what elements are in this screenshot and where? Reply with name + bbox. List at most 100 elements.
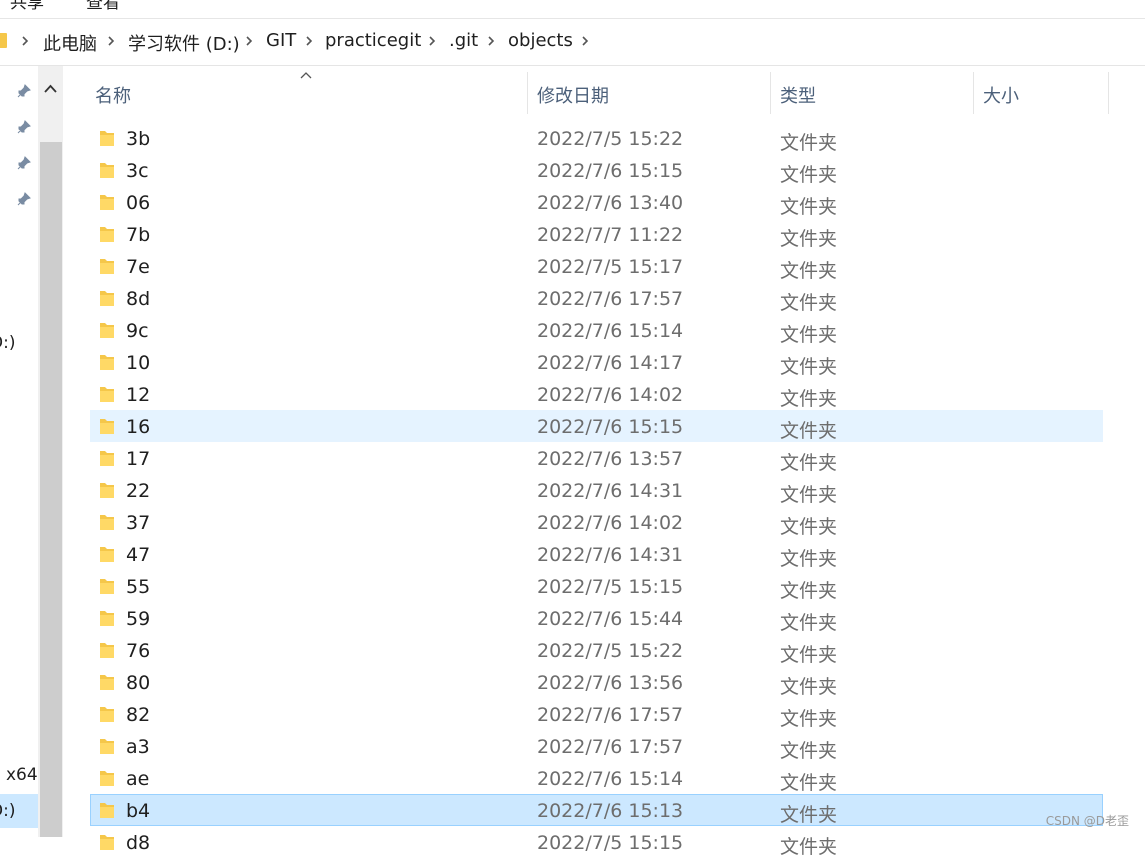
ribbon-tab-view[interactable]: 查看: [86, 0, 120, 13]
file-modified-date: 2022/7/6 15:14: [537, 768, 684, 790]
file-modified-date: 2022/7/6 15:15: [537, 160, 684, 182]
folder-icon: [100, 227, 114, 242]
pin-icon[interactable]: [16, 119, 32, 135]
file-type: 文件夹: [780, 228, 838, 250]
file-row[interactable]: 22 2022/7/6 14:31 文件夹: [90, 474, 1103, 506]
file-type: 文件夹: [780, 452, 838, 474]
folder-icon: [100, 835, 114, 850]
file-row[interactable]: 47 2022/7/6 14:31 文件夹: [90, 538, 1103, 570]
file-type: 文件夹: [780, 292, 838, 314]
breadcrumb-practicegit[interactable]: practicegit: [325, 30, 421, 51]
chevron-right-icon[interactable]: [244, 32, 254, 50]
chevron-right-icon[interactable]: [106, 32, 116, 50]
file-modified-date: 2022/7/6 15:13: [537, 800, 684, 822]
folder-icon: [0, 33, 7, 48]
breadcrumb-this-pc[interactable]: 此电脑: [43, 30, 97, 56]
file-name: 55: [126, 576, 151, 598]
nav-scrollbar-thumb[interactable]: [40, 142, 62, 837]
folder-icon: [100, 387, 114, 402]
navigation-pane: [0, 66, 38, 837]
folder-icon: [100, 547, 114, 562]
folder-icon: [100, 515, 114, 530]
file-row[interactable]: 55 2022/7/5 15:15 文件夹: [90, 570, 1103, 602]
column-divider[interactable]: [973, 72, 974, 114]
file-type: 文件夹: [780, 644, 838, 666]
column-divider[interactable]: [527, 72, 528, 114]
file-name: 06: [126, 192, 151, 214]
file-modified-date: 2022/7/6 14:31: [537, 480, 684, 502]
file-row[interactable]: b4 2022/7/6 15:13 文件夹: [90, 794, 1103, 826]
file-modified-date: 2022/7/6 14:02: [537, 384, 684, 406]
ribbon-tab-share[interactable]: 共享: [10, 0, 44, 13]
file-modified-date: 2022/7/5 15:17: [537, 256, 684, 278]
breadcrumb-objects[interactable]: objects: [508, 30, 573, 51]
column-header-modified[interactable]: 修改日期: [537, 82, 609, 108]
file-name: ae: [126, 768, 150, 790]
file-row[interactable]: ae 2022/7/6 15:14 文件夹: [90, 762, 1103, 794]
file-row[interactable]: 7e 2022/7/5 15:17 文件夹: [90, 250, 1103, 282]
file-row[interactable]: 3c 2022/7/6 15:15 文件夹: [90, 154, 1103, 186]
column-divider[interactable]: [770, 72, 771, 114]
file-row[interactable]: 76 2022/7/5 15:22 文件夹: [90, 634, 1103, 666]
file-row[interactable]: 80 2022/7/6 13:56 文件夹: [90, 666, 1103, 698]
file-row[interactable]: 59 2022/7/6 15:44 文件夹: [90, 602, 1103, 634]
folder-icon: [100, 771, 114, 786]
nav-item-drive-d[interactable]: D:): [0, 333, 15, 353]
file-name: 82: [126, 704, 151, 726]
column-header-type[interactable]: 类型: [780, 82, 816, 108]
sort-ascending-icon: [300, 72, 312, 79]
breadcrumb-drive-d[interactable]: 学习软件 (D:): [128, 30, 240, 56]
file-row[interactable]: 37 2022/7/6 14:02 文件夹: [90, 506, 1103, 538]
ribbon-tabs: 共享 查看: [0, 0, 1145, 19]
file-name: 47: [126, 544, 151, 566]
file-row[interactable]: 9c 2022/7/6 15:14 文件夹: [90, 314, 1103, 346]
chevron-right-icon[interactable]: [20, 32, 30, 50]
pin-icon[interactable]: [16, 83, 32, 99]
file-name: 3b: [126, 128, 151, 150]
file-row[interactable]: 17 2022/7/6 13:57 文件夹: [90, 442, 1103, 474]
file-row[interactable]: 3b 2022/7/5 15:22 文件夹: [90, 122, 1103, 154]
file-type: 文件夹: [780, 164, 838, 186]
file-row[interactable]: a3 2022/7/6 17:57 文件夹: [90, 730, 1103, 762]
file-modified-date: 2022/7/6 15:44: [537, 608, 684, 630]
chevron-right-icon[interactable]: [486, 32, 496, 50]
breadcrumb-git-dir[interactable]: .git: [449, 30, 478, 51]
watermark: CSDN @D老歪: [1045, 814, 1129, 828]
folder-icon: [100, 707, 114, 722]
chevron-right-icon[interactable]: [580, 32, 590, 50]
column-header-size[interactable]: 大小: [983, 82, 1019, 108]
file-row[interactable]: 8d 2022/7/6 17:57 文件夹: [90, 282, 1103, 314]
file-modified-date: 2022/7/6 14:31: [537, 544, 684, 566]
file-row[interactable]: 06 2022/7/6 13:40 文件夹: [90, 186, 1103, 218]
pin-icon[interactable]: [16, 191, 32, 207]
breadcrumb-git[interactable]: GIT: [266, 30, 296, 51]
file-type: 文件夹: [780, 260, 838, 282]
file-modified-date: 2022/7/6 17:57: [537, 704, 684, 726]
column-header-name[interactable]: 名称: [95, 82, 131, 108]
file-name: 12: [126, 384, 151, 406]
file-row[interactable]: 10 2022/7/6 14:17 文件夹: [90, 346, 1103, 378]
chevron-right-icon[interactable]: [304, 32, 314, 50]
scroll-up-arrow-icon[interactable]: [38, 72, 63, 106]
file-row[interactable]: d8 2022/7/5 15:15 文件夹: [90, 826, 1103, 858]
file-row[interactable]: 7b 2022/7/7 11:22 文件夹: [90, 218, 1103, 250]
file-name: 7b: [126, 224, 151, 246]
nav-item-drive-d-selected[interactable]: D:): [0, 801, 15, 821]
nav-item-x64[interactable]: x64: [6, 765, 38, 785]
file-row[interactable]: 12 2022/7/6 14:02 文件夹: [90, 378, 1103, 410]
file-modified-date: 2022/7/6 14:02: [537, 512, 684, 534]
folder-icon: [100, 579, 114, 594]
folder-icon: [100, 675, 114, 690]
address-bar[interactable]: 此电脑 学习软件 (D:) GIT practicegit .git objec…: [0, 19, 1145, 66]
file-row[interactable]: 16 2022/7/6 15:15 文件夹: [90, 410, 1103, 442]
pin-icon[interactable]: [16, 155, 32, 171]
file-modified-date: 2022/7/5 15:22: [537, 640, 684, 662]
file-type: 文件夹: [780, 676, 838, 698]
file-type: 文件夹: [780, 804, 838, 826]
file-row[interactable]: 82 2022/7/6 17:57 文件夹: [90, 698, 1103, 730]
chevron-right-icon[interactable]: [427, 32, 437, 50]
column-divider[interactable]: [1108, 72, 1109, 114]
file-modified-date: 2022/7/6 13:56: [537, 672, 684, 694]
file-name: 7e: [126, 256, 150, 278]
file-type: 文件夹: [780, 132, 838, 154]
